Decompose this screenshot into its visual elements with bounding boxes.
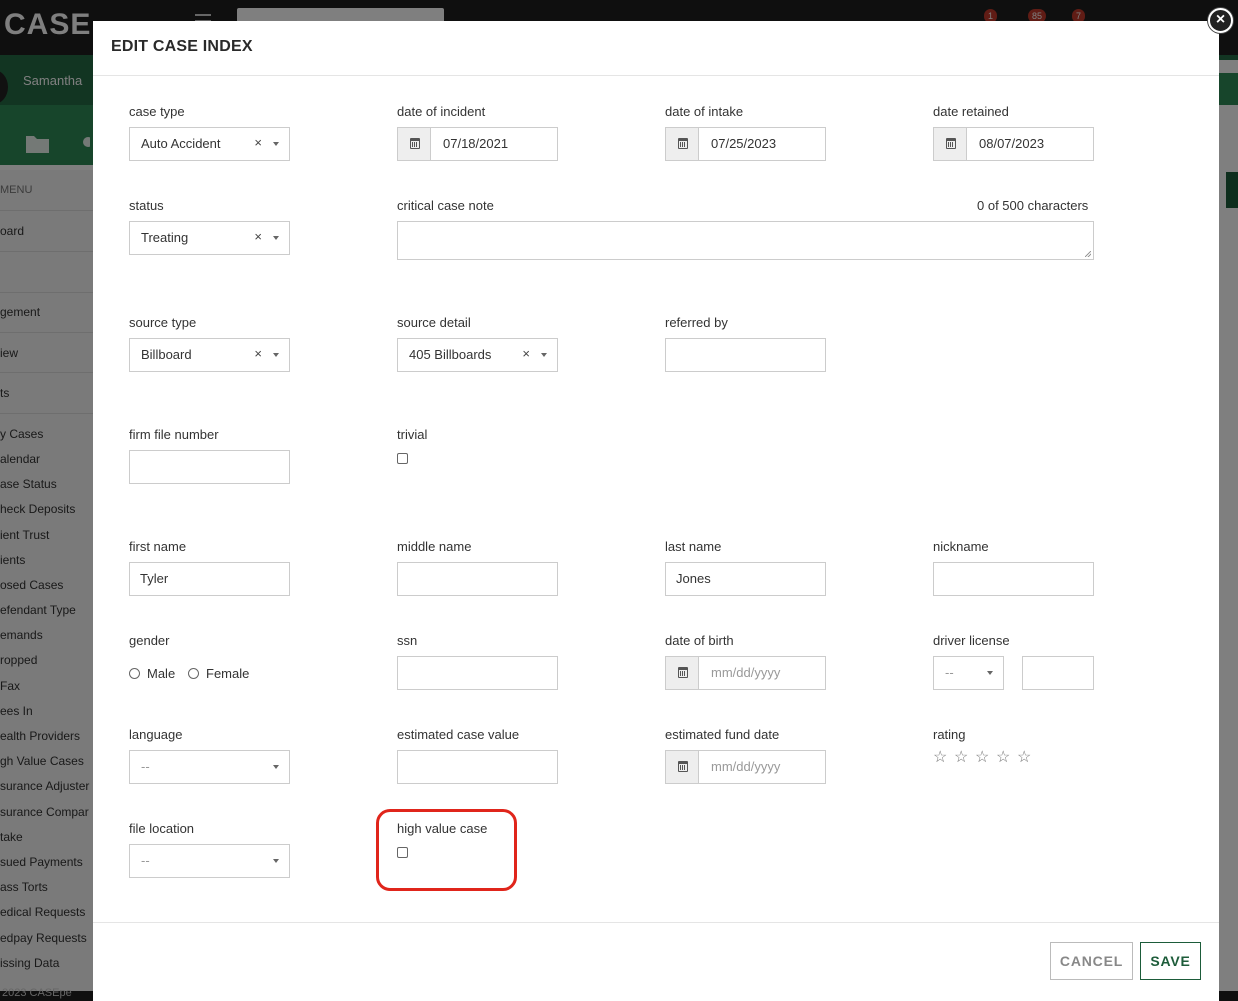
close-icon[interactable]: × (1208, 8, 1233, 33)
gender-female-radio[interactable] (188, 668, 199, 679)
clear-icon[interactable]: × (254, 346, 262, 361)
date-of-intake-label: date of intake (665, 104, 744, 119)
nickname-input[interactable] (933, 562, 1094, 596)
referred-by-label: referred by (665, 315, 728, 330)
source-type-label: source type (129, 315, 197, 330)
chevron-down-icon (541, 353, 547, 357)
last-name-label: last name (665, 539, 722, 554)
critical-case-note-label: critical case note (397, 198, 494, 213)
middle-name-input[interactable] (397, 562, 558, 596)
star-icon[interactable]: ☆ (954, 750, 968, 766)
middle-name-label: middle name (397, 539, 472, 554)
last-name-input[interactable]: Jones (665, 562, 826, 596)
firm-file-number-input[interactable] (129, 450, 290, 484)
date-of-incident-label: date of incident (397, 104, 486, 119)
driver-license-state-value: -- (945, 665, 954, 680)
source-detail-label: source detail (397, 315, 471, 330)
case-type-label: case type (129, 104, 185, 119)
driver-license-label: driver license (933, 633, 1010, 648)
calendar-icon[interactable] (666, 128, 699, 160)
date-of-incident-value: 07/18/2021 (443, 136, 509, 151)
clear-icon[interactable]: × (254, 135, 262, 150)
modal-title: EDIT CASE INDEX (111, 38, 253, 55)
cancel-button[interactable]: CANCEL (1050, 942, 1133, 980)
date-of-birth-label: date of birth (665, 633, 734, 648)
first-name-value: Tyler (140, 571, 169, 586)
star-icon[interactable]: ☆ (1017, 750, 1031, 766)
source-type-value: Billboard (141, 347, 192, 362)
calendar-icon[interactable] (666, 657, 699, 689)
date-retained-label: date retained (933, 104, 1009, 119)
gender-male-radio[interactable] (129, 668, 140, 679)
case-type-value: Auto Accident (141, 136, 221, 151)
clear-icon[interactable]: × (254, 229, 262, 244)
critical-case-note-textarea[interactable] (397, 221, 1094, 260)
chevron-down-icon (273, 859, 279, 863)
clear-icon[interactable]: × (522, 346, 530, 361)
chevron-down-icon (273, 765, 279, 769)
resize-handle[interactable] (1085, 251, 1091, 257)
estimated-case-value-input[interactable] (397, 750, 558, 784)
language-label: language (129, 727, 183, 742)
file-location-select[interactable]: -- (129, 844, 290, 878)
first-name-input[interactable]: Tyler (129, 562, 290, 596)
save-button[interactable]: SAVE (1140, 942, 1201, 980)
estimated-fund-date-field[interactable]: mm/dd/yyyy (665, 750, 826, 784)
star-icon[interactable]: ☆ (975, 750, 989, 766)
gender-label: gender (129, 633, 170, 648)
date-of-incident-field[interactable]: 07/18/2021 (397, 127, 558, 161)
star-icon[interactable]: ☆ (996, 750, 1010, 766)
star-icon[interactable]: ☆ (933, 750, 947, 766)
character-counter: 0 of 500 characters (977, 198, 1089, 213)
gender-male-label[interactable]: Male (147, 666, 175, 681)
calendar-icon[interactable] (398, 128, 431, 160)
date-of-birth-placeholder: mm/dd/yyyy (711, 665, 781, 680)
source-detail-select[interactable]: 405 Billboards × (397, 338, 558, 372)
chevron-down-icon (987, 671, 993, 675)
date-of-birth-field[interactable]: mm/dd/yyyy (665, 656, 826, 690)
language-select[interactable]: -- (129, 750, 290, 784)
ssn-label: ssn (397, 633, 418, 648)
gender-female-label[interactable]: Female (206, 666, 249, 681)
calendar-icon[interactable] (666, 751, 699, 783)
chevron-down-icon (273, 236, 279, 240)
highlight-annotation (376, 809, 517, 891)
source-type-select[interactable]: Billboard × (129, 338, 290, 372)
driver-license-state-select[interactable]: -- (933, 656, 1004, 690)
rating-label: rating (933, 727, 966, 742)
first-name-label: first name (129, 539, 187, 554)
status-label: status (129, 198, 164, 213)
chevron-down-icon (273, 353, 279, 357)
estimated-case-value-label: estimated case value (397, 727, 520, 742)
case-type-select[interactable]: Auto Accident × (129, 127, 290, 161)
status-select[interactable]: Treating × (129, 221, 290, 255)
referred-by-input[interactable] (665, 338, 826, 372)
language-value: -- (141, 759, 150, 774)
edit-case-index-modal: EDIT CASE INDEX case type Auto Accident … (93, 21, 1219, 1001)
date-retained-field[interactable]: 08/07/2023 (933, 127, 1094, 161)
date-of-intake-value: 07/25/2023 (711, 136, 777, 151)
estimated-fund-date-placeholder: mm/dd/yyyy (711, 759, 781, 774)
chevron-down-icon (273, 142, 279, 146)
file-location-label: file location (129, 821, 195, 836)
estimated-fund-date-label: estimated fund date (665, 727, 780, 742)
last-name-value: Jones (676, 571, 711, 586)
calendar-icon[interactable] (934, 128, 967, 160)
firm-file-number-label: firm file number (129, 427, 219, 442)
driver-license-number-input[interactable] (1022, 656, 1094, 690)
trivial-checkbox[interactable] (397, 453, 408, 464)
date-retained-value: 08/07/2023 (979, 136, 1045, 151)
source-detail-value: 405 Billboards (409, 347, 492, 362)
file-location-value: -- (141, 853, 150, 868)
status-value: Treating (141, 230, 189, 245)
trivial-label: trivial (397, 427, 428, 442)
date-of-intake-field[interactable]: 07/25/2023 (665, 127, 826, 161)
ssn-input[interactable] (397, 656, 558, 690)
modal-header: EDIT CASE INDEX (93, 21, 1219, 76)
nickname-label: nickname (933, 539, 989, 554)
